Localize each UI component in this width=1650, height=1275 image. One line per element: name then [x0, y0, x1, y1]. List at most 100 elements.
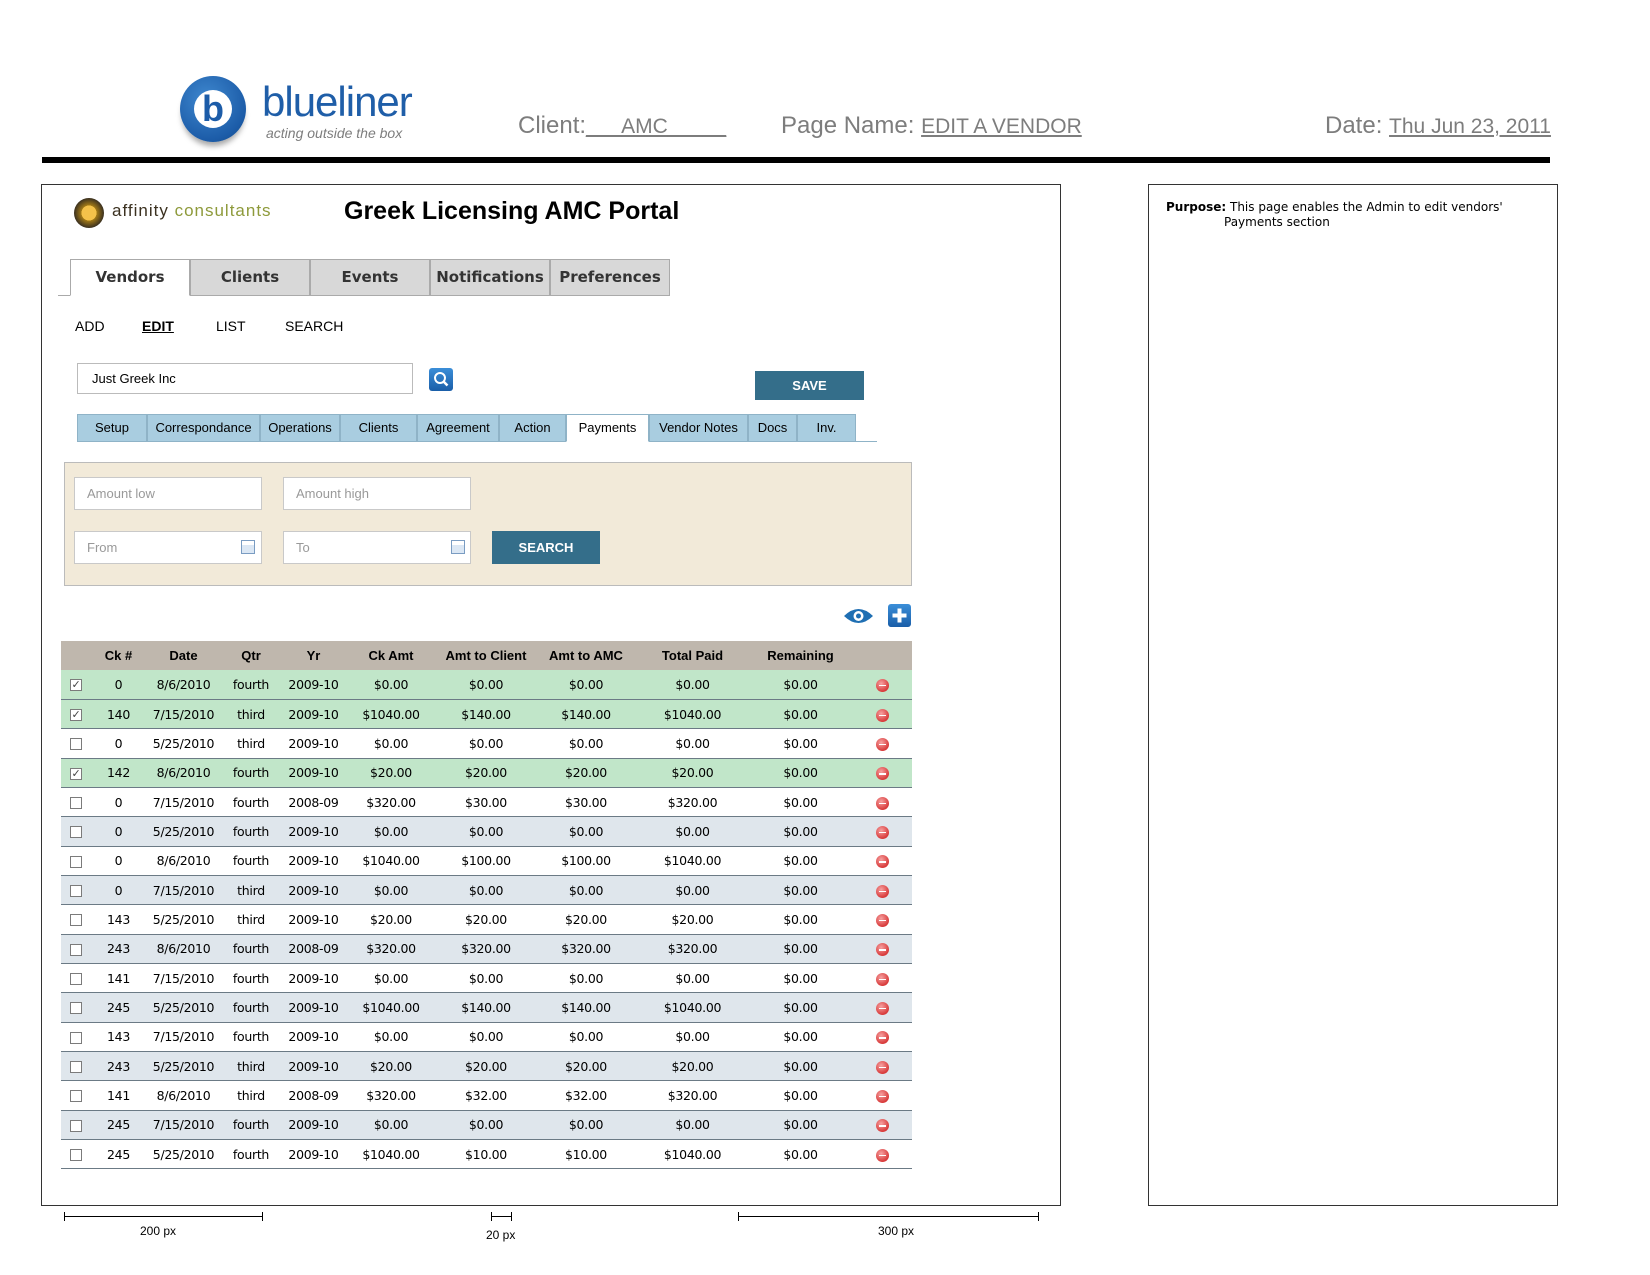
tab-events[interactable]: Events	[310, 259, 430, 296]
row-checkbox[interactable]	[70, 1090, 82, 1103]
table-row[interactable]: 141 7/15/2010 fourth 2009-10 $0.00 $0.00 $0.00…	[61, 963, 912, 994]
view-eye-icon[interactable]	[843, 606, 874, 626]
table-row[interactable]: 0 5/25/2010 third 2009-10 $0.00 $0.00 $0.00 $0.…	[61, 728, 912, 759]
vendor-tab-correspondance[interactable]: Correspondance	[147, 414, 260, 442]
table-row[interactable]: 0 7/15/2010 third 2009-10 $0.00 $0.00 $0.00 $0.…	[61, 875, 912, 906]
column-header-date[interactable]: Date	[146, 641, 221, 670]
delete-row-icon[interactable]	[875, 1060, 889, 1074]
vendor-tab-operations[interactable]: Operations	[260, 414, 340, 442]
row-delete-cell	[852, 875, 912, 906]
amount-high-input[interactable]: Amount high	[283, 477, 471, 510]
save-button[interactable]: SAVE	[755, 371, 864, 400]
table-row[interactable]: ✓ 142 8/6/2010 fourth 2009-10 $20.00 $20.00 $20…	[61, 758, 912, 788]
row-checkbox[interactable]: ✓	[70, 679, 82, 692]
column-header-ck[interactable]: Ck #	[91, 641, 146, 670]
to-date-input[interactable]: To	[283, 531, 471, 564]
row-checkbox[interactable]: ✓	[70, 767, 82, 780]
row-checkbox[interactable]	[70, 1031, 82, 1044]
table-row[interactable]: 245 7/15/2010 fourth 2009-10 $0.00 $0.00 $0.00…	[61, 1110, 912, 1141]
dimension-label: 20 px	[486, 1228, 516, 1242]
delete-row-icon[interactable]	[875, 737, 889, 751]
cell-date: 7/15/2010	[146, 1110, 221, 1141]
table-row[interactable]: 0 5/25/2010 fourth 2009-10 $0.00 $0.00 $0.00 $0…	[61, 816, 912, 847]
row-checkbox[interactable]	[70, 797, 82, 810]
column-header-amt-client[interactable]: Amt to Client	[436, 641, 536, 670]
table-row[interactable]: 0 7/15/2010 fourth 2008-09 $320.00 $30.00 $30.…	[61, 787, 912, 818]
delete-row-icon[interactable]	[875, 796, 889, 810]
cell-amount-to-amc: $30.00	[536, 787, 636, 818]
table-row[interactable]: ✓ 140 7/15/2010 third 2009-10 $1040.00 $140.00…	[61, 699, 912, 730]
row-checkbox[interactable]	[70, 1119, 82, 1132]
table-row[interactable]: 0 8/6/2010 fourth 2009-10 $1040.00 $100.00 $10…	[61, 846, 912, 876]
row-checkbox[interactable]	[70, 943, 82, 956]
delete-row-icon[interactable]	[875, 1119, 889, 1133]
delete-row-icon[interactable]	[875, 913, 889, 927]
delete-row-icon[interactable]	[875, 708, 889, 722]
tab-clients[interactable]: Clients	[190, 259, 310, 296]
vendor-search-button[interactable]	[429, 368, 453, 391]
cell-date: 8/6/2010	[146, 670, 221, 700]
delete-row-icon[interactable]	[875, 1089, 889, 1103]
vendor-tab-docs[interactable]: Docs	[748, 414, 797, 442]
subnav-edit[interactable]: EDIT	[142, 318, 174, 334]
tab-vendors[interactable]: Vendors	[70, 259, 190, 296]
vendor-tab-inv[interactable]: Inv.	[797, 414, 856, 442]
vendor-tab-vendor-notes[interactable]: Vendor Notes	[649, 414, 748, 442]
column-header-qtr[interactable]: Qtr	[221, 641, 281, 670]
vendor-tab-setup[interactable]: Setup	[77, 414, 147, 442]
subnav-search[interactable]: SEARCH	[285, 318, 343, 334]
column-header-total-paid[interactable]: Total Paid	[636, 641, 749, 670]
row-checkbox[interactable]	[70, 826, 82, 839]
delete-row-icon[interactable]	[875, 678, 889, 692]
subnav-add[interactable]: ADD	[75, 318, 105, 334]
payment-search-button[interactable]: SEARCH	[492, 531, 600, 564]
from-date-input[interactable]: From	[74, 531, 262, 564]
delete-row-icon[interactable]	[875, 825, 889, 839]
cell-amount-to-amc: $140.00	[536, 992, 636, 1023]
table-row[interactable]: 243 5/25/2010 third 2009-10 $20.00 $20.00 $20.…	[61, 1051, 912, 1082]
delete-row-icon[interactable]	[875, 855, 889, 869]
delete-row-icon[interactable]	[875, 943, 889, 957]
calendar-icon[interactable]	[451, 540, 465, 554]
delete-row-icon[interactable]	[875, 972, 889, 986]
row-checkbox[interactable]: ✓	[70, 709, 82, 722]
table-row[interactable]: 245 5/25/2010 fourth 2009-10 $1040.00 $10.00 $…	[61, 1139, 912, 1170]
column-header-remaining[interactable]: Remaining	[749, 641, 852, 670]
column-header-yr[interactable]: Yr	[281, 641, 346, 670]
vendor-tab-clients[interactable]: Clients	[340, 414, 417, 442]
table-row[interactable]: 243 8/6/2010 fourth 2008-09 $320.00 $320.00 $3…	[61, 934, 912, 964]
delete-row-icon[interactable]	[875, 1001, 889, 1015]
table-row[interactable]: 245 5/25/2010 fourth 2009-10 $1040.00 $140.00…	[61, 992, 912, 1023]
table-row[interactable]: 143 7/15/2010 fourth 2009-10 $0.00 $0.00 $0.00…	[61, 1022, 912, 1052]
table-row[interactable]: ✓ 0 8/6/2010 fourth 2009-10 $0.00 $0.00 $0.00 $0…	[61, 670, 912, 700]
row-checkbox[interactable]	[70, 1061, 82, 1074]
subnav-list[interactable]: LIST	[216, 318, 246, 334]
delete-row-icon[interactable]	[875, 767, 889, 781]
tab-notifications[interactable]: Notifications	[430, 259, 550, 296]
table-row[interactable]: 141 8/6/2010 third 2008-09 $320.00 $32.00 $32.…	[61, 1080, 912, 1111]
add-payment-icon[interactable]	[888, 604, 911, 627]
amount-low-input[interactable]: Amount low	[74, 477, 262, 510]
row-checkbox[interactable]	[70, 914, 82, 927]
vendor-tab-action[interactable]: Action	[499, 414, 566, 442]
row-checkbox[interactable]	[70, 1002, 82, 1015]
table-row[interactable]: 143 5/25/2010 third 2009-10 $20.00 $20.00 $20.…	[61, 904, 912, 935]
cell-date: 8/6/2010	[146, 846, 221, 876]
delete-row-icon[interactable]	[875, 1031, 889, 1045]
vendor-search-input[interactable]: Just Greek Inc	[77, 363, 413, 394]
column-header-amt-amc[interactable]: Amt to AMC	[536, 641, 636, 670]
delete-row-icon[interactable]	[875, 1148, 889, 1162]
row-checkbox[interactable]	[70, 973, 82, 986]
cell-total-paid: $20.00	[636, 758, 749, 788]
vendor-tab-agreement[interactable]: Agreement	[417, 414, 499, 442]
calendar-icon[interactable]	[241, 540, 255, 554]
row-checkbox[interactable]	[70, 855, 82, 868]
cell-date: 5/25/2010	[146, 992, 221, 1023]
row-checkbox[interactable]	[70, 1149, 82, 1162]
delete-row-icon[interactable]	[875, 884, 889, 898]
row-checkbox[interactable]	[70, 885, 82, 898]
row-checkbox[interactable]	[70, 738, 82, 751]
column-header-ck-amt[interactable]: Ck Amt	[346, 641, 436, 670]
tab-preferences[interactable]: Preferences	[550, 259, 670, 296]
vendor-tab-payments[interactable]: Payments	[566, 414, 649, 442]
